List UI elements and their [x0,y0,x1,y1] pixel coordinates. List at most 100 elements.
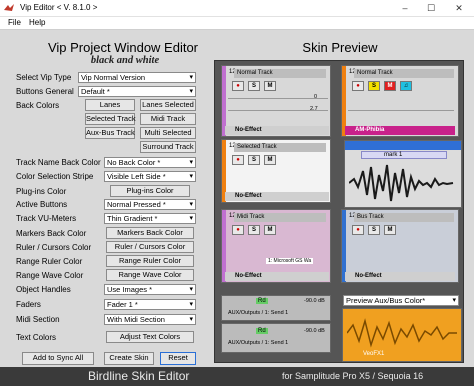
close-button[interactable]: ✕ [446,2,472,15]
color-selection-stripe-label: Color Selection Stripe [16,172,94,181]
preview-track-bus: 12 Bus Track ● S M No-Effect [341,209,459,283]
marker-label[interactable]: mark 1 [361,151,447,159]
send-rd-toggle[interactable]: Rd [256,298,268,304]
waveform-preview: mark 1 [344,140,462,208]
skin-name: black and white [90,55,160,66]
preview-track-normal: 12 Normal Track ● S M 0 2.7 No-Effect [221,65,331,137]
maximize-button[interactable]: ☐ [418,2,444,15]
chevron-down-icon: ▾ [189,74,193,81]
add-to-sync-all-button[interactable]: Add to Sync All [22,352,94,365]
effect-slot[interactable]: AM-Phibia [345,126,455,135]
send-level: -90.0 dB [304,328,325,334]
send-row-1: Rd -90.0 dB AUX/Outputs / 1: Send 1 [221,295,331,321]
effect-slot[interactable]: No-Effect [225,126,329,135]
send-target: AUX/Outputs / 1: Send 1 [228,340,289,346]
track-name: Selected Track [234,143,326,152]
plugins-color-button[interactable]: Plug-ins Color [110,185,190,197]
send-rd-toggle[interactable]: Rd [256,328,268,334]
preview-track-normal-2: 12 Normal Track ● S M ♫ AM-Phibia [341,65,459,137]
faders-select[interactable]: Fader 1 * ▾ [104,299,196,310]
record-button[interactable]: ● [232,155,244,165]
reset-button[interactable]: Reset [160,352,196,365]
markers-back-color-button[interactable]: Markers Back Color [106,227,194,239]
bus-waveform [347,318,457,348]
track-vu-meters-label: Track VU-Meters [16,214,77,223]
buttons-general-select[interactable]: Default * ▾ [78,86,196,97]
volume-value: 0 [314,94,318,100]
mute-button[interactable]: M [264,225,276,235]
pan-fader[interactable] [348,110,454,116]
track-vu-meters-select[interactable]: Thin Gradient * ▾ [104,213,196,224]
record-button[interactable]: ● [352,81,364,91]
footer-product-name: Birdline Skin Editor [88,369,190,383]
record-button[interactable]: ● [232,81,244,91]
ruler-bar [345,141,461,150]
chevron-down-icon: ▾ [189,286,193,293]
range-wave-color-button[interactable]: Range Wave Color [106,269,194,281]
preview-track-midi: 12 Midi Track ● S M 1: Microsoft GS Wa N… [221,209,331,283]
text-colors-label: Text Colors [16,333,57,342]
active-buttons-label: Active Buttons [16,200,68,209]
send-row-2: Rd -90.0 dB AUX/Outputs / 1: Send 1 [221,323,331,353]
solo-button[interactable]: S [248,225,260,235]
ruler-cursors-color-label: Ruler / Cursors Color [16,243,92,252]
selected-track-button[interactable]: Selected Track [85,113,136,125]
lanes-button[interactable]: Lanes [85,99,135,111]
object-handles-label: Object Handles [16,285,71,294]
solo-button[interactable]: S [368,81,380,91]
faders-label: Faders [16,300,41,309]
bus-region: VeoFX1 [342,308,462,362]
monitor-button[interactable]: ♫ [400,81,412,91]
mute-button[interactable]: M [264,155,276,165]
mute-button[interactable]: M [264,81,276,91]
chevron-down-icon: ▾ [189,301,193,308]
send-target: AUX/Outputs / 1: Send 1 [228,310,289,316]
multi-selected-button[interactable]: Multi Selected [140,127,196,139]
track-name-back-color-select[interactable]: No Back Color * ▾ [104,157,196,168]
color-selection-stripe-select[interactable]: Visible Left Side * ▾ [104,171,196,182]
solo-button[interactable]: S [368,225,380,235]
vip-type-select[interactable]: Vip Normal Version ▾ [78,72,196,83]
midi-port-select[interactable]: 1: Microsoft GS Wa [266,258,314,264]
chevron-down-icon: ▾ [452,297,456,304]
window-title: Vip Editor < V. 8.1.0 > [20,3,98,12]
create-skin-button[interactable]: Create Skin [104,352,154,365]
ruler-cursors-color-button[interactable]: Ruler / Cursors Color [106,241,194,253]
record-button[interactable]: ● [352,225,364,235]
effect-slot[interactable]: No-Effect [225,272,329,281]
adjust-text-colors-button[interactable]: Adjust Text Colors [106,331,194,343]
record-button[interactable]: ● [232,225,244,235]
lanes-selected-button[interactable]: Lanes Selected [140,99,196,111]
select-vip-type-label: Select Vip Type [16,73,72,82]
preview-aux-bus-color-select[interactable]: Preview Aux/Bus Color* ▾ [343,295,459,306]
footer-bar: Birdline Skin Editor for Samplitude Pro … [0,367,474,386]
solo-button[interactable]: S [248,155,260,165]
preview-track-selected: 12 Selected Track ● S M No-Effect [221,139,331,203]
object-handles-select[interactable]: Use Images * ▾ [104,284,196,295]
menu-help[interactable]: Help [26,18,48,27]
footer-target: for Samplitude Pro X5 / Sequoia 16 [282,371,424,381]
chevron-down-icon: ▾ [189,88,193,95]
effect-slot[interactable]: No-Effect [225,192,329,201]
range-ruler-color-label: Range Ruler Color [16,257,83,266]
effect-slot[interactable]: No-Effect [345,272,455,281]
preview-title: Skin Preview [302,40,378,55]
volume-fader[interactable] [228,98,328,104]
track-name: Bus Track [354,213,454,222]
track-name: Midi Track [234,213,326,222]
chevron-down-icon: ▾ [189,173,193,180]
solo-button[interactable]: S [248,81,260,91]
minimize-button[interactable]: – [392,2,418,15]
midi-section-select[interactable]: With Midi Section ▾ [104,314,196,325]
surround-track-button[interactable]: Surround Track [140,141,196,153]
pan-value: 2.7 [310,106,318,112]
aux-bus-track-button[interactable]: Aux-Bus Track [85,127,135,139]
midi-track-button[interactable]: Midi Track [140,113,196,125]
track-name: Normal Track [354,69,454,78]
menu-file[interactable]: File [5,18,24,27]
active-buttons-select[interactable]: Normal Pressed * ▾ [104,199,196,210]
range-ruler-color-button[interactable]: Range Ruler Color [106,255,194,267]
waveform [349,164,454,202]
mute-button[interactable]: M [384,225,396,235]
mute-button[interactable]: M [384,81,396,91]
